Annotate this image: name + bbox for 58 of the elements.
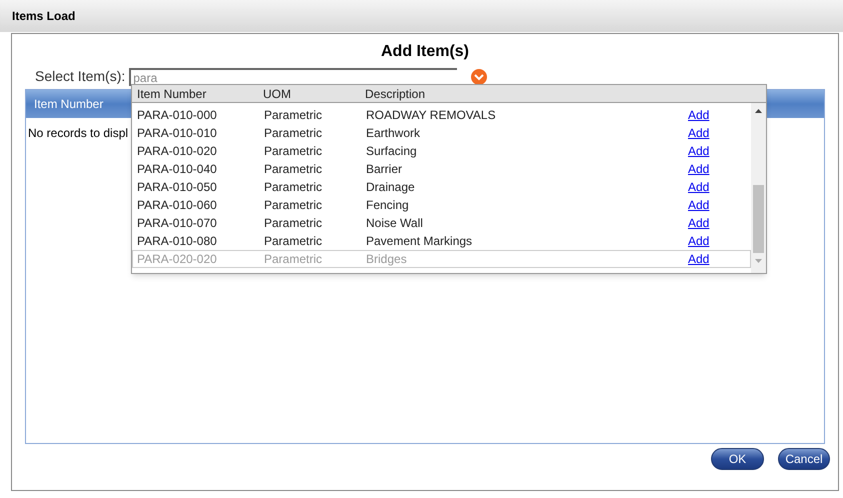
select-label: Select Item(s): <box>35 67 126 86</box>
scroll-up-icon[interactable] <box>755 109 762 113</box>
dropdown-row[interactable]: PARA-010-070 Parametric Noise Wall Add <box>132 214 751 232</box>
uom-text: Parametric <box>264 125 324 142</box>
item-number: PARA-010-060 <box>136 197 218 214</box>
cancel-button[interactable]: Cancel <box>778 448 830 470</box>
dropdown-row[interactable]: PARA-010-060 Parametric Fencing Add <box>132 196 751 214</box>
item-number: PARA-010-070 <box>136 215 218 232</box>
add-link[interactable]: Add <box>688 160 710 178</box>
add-link[interactable]: Add <box>688 196 710 214</box>
item-number: PARA-020-020 <box>136 251 218 268</box>
dropdown-icon[interactable] <box>470 68 488 86</box>
description-text: ROADWAY REMOVALS <box>366 107 497 124</box>
item-number: PARA-010-040 <box>136 161 218 178</box>
column-header: Item Number <box>136 86 208 102</box>
description-text: Barrier <box>366 161 404 178</box>
add-link[interactable]: Add <box>688 178 710 196</box>
uom-text: Parametric <box>264 179 324 196</box>
dropdown-row[interactable]: PARA-010-050 Parametric Drainage Add <box>132 178 751 196</box>
uom-text: Parametric <box>264 233 324 250</box>
uom-text: Parametric <box>264 215 324 232</box>
description-text: Noise Wall <box>366 215 424 232</box>
uom-text: Parametric <box>264 197 324 214</box>
uom-text: Parametric <box>264 107 324 124</box>
description-text: Earthwork <box>366 125 422 142</box>
column-header: Description <box>365 86 426 102</box>
scroll-down-icon[interactable] <box>755 259 762 263</box>
uom-text: Parametric <box>264 143 324 160</box>
description-text: Pavement Markings <box>366 233 474 250</box>
description-text: Drainage <box>366 179 416 196</box>
dropdown-row[interactable]: PARA-010-000 Parametric ROADWAY REMOVALS Add <box>132 106 751 124</box>
empty-message: No records to displ <box>28 126 128 140</box>
description-text: Bridges <box>366 251 408 268</box>
add-link[interactable]: Add <box>688 214 710 232</box>
item-number: PARA-010-080 <box>136 233 218 250</box>
item-number: PARA-010-000 <box>136 107 218 124</box>
dropdown-row[interactable]: PARA-010-020 Parametric Surfacing Add <box>132 142 751 160</box>
column-header: UOM <box>263 86 292 102</box>
ok-button[interactable]: OK <box>711 448 764 470</box>
add-link[interactable]: Add <box>688 232 710 250</box>
dropdown-row[interactable]: PARA-010-040 Parametric Barrier Add <box>132 160 751 178</box>
item-number: PARA-010-020 <box>136 143 218 160</box>
item-number: PARA-010-010 <box>136 125 218 142</box>
description-text: Fencing <box>366 197 410 214</box>
dialog-heading: Add Item(s) <box>381 42 469 62</box>
add-link[interactable]: Add <box>688 106 710 124</box>
add-link[interactable]: Add <box>688 124 710 142</box>
uom-text: Parametric <box>264 161 324 178</box>
uom-text: Parametric <box>264 251 324 268</box>
dropdown-row[interactable]: PARA-010-010 Parametric Earthwork Add <box>132 124 751 142</box>
column-header: Item Number <box>34 96 104 113</box>
add-link[interactable]: Add <box>688 142 710 160</box>
item-number: PARA-010-050 <box>136 179 218 196</box>
window-title: Items Load <box>12 8 76 25</box>
dropdown-row[interactable]: PARA-010-080 Parametric Pavement Markings Add <box>132 232 751 250</box>
description-text: Surfacing <box>366 143 418 160</box>
scrollbar-thumb[interactable] <box>753 185 764 253</box>
scrollbar[interactable] <box>751 103 766 273</box>
